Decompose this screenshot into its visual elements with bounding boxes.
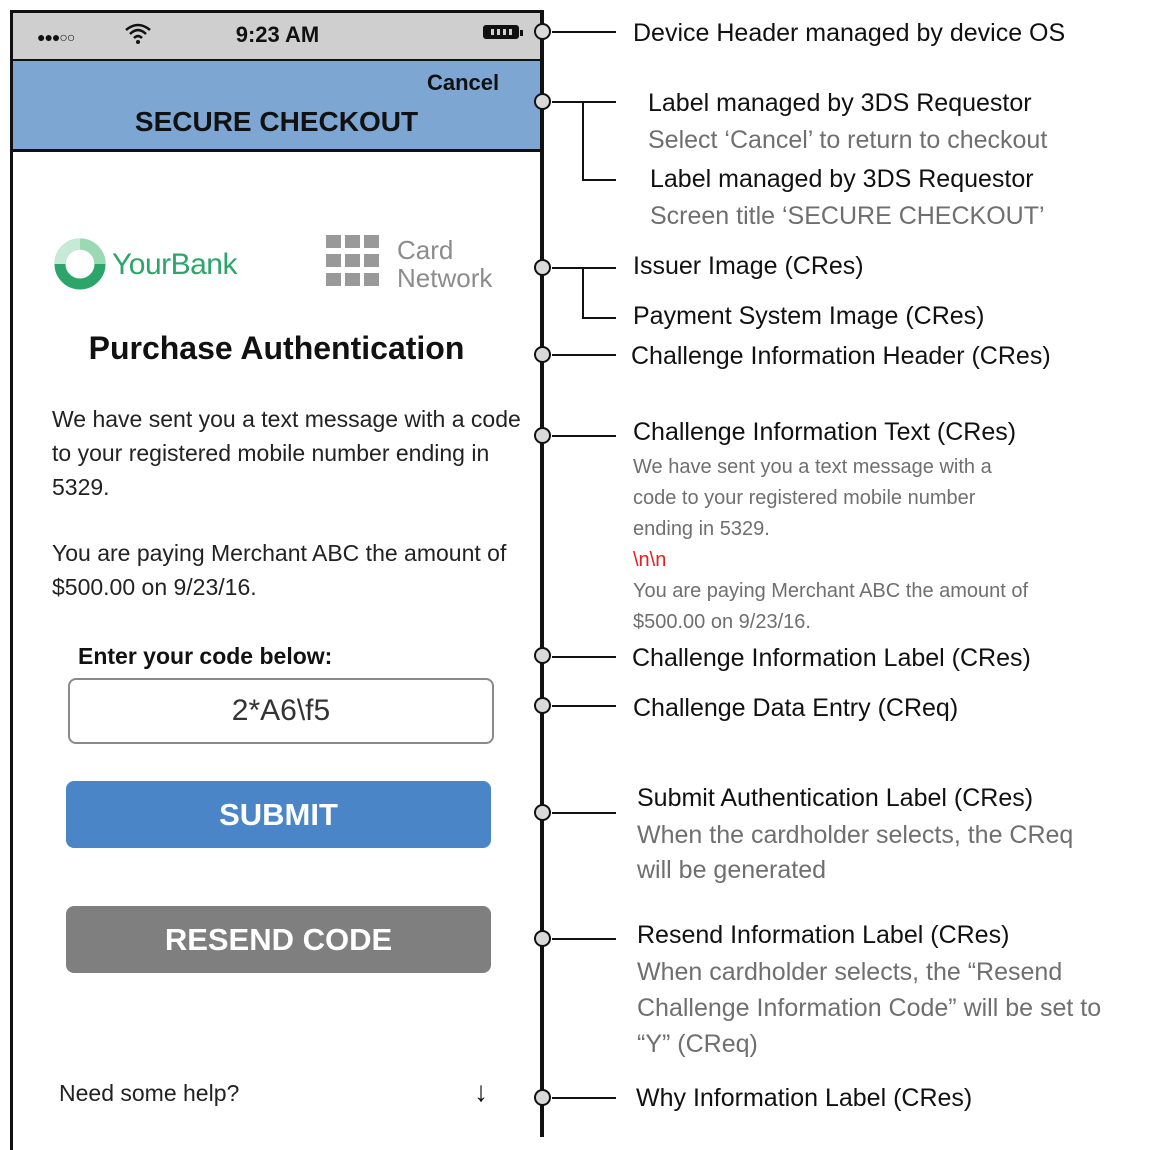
resend-code-button[interactable]: RESEND CODE bbox=[66, 906, 491, 973]
connector-line bbox=[552, 705, 616, 707]
anno-challenge-info-text: Challenge Information Text (CRes) bbox=[633, 418, 1017, 446]
connector-line bbox=[552, 101, 616, 103]
anno-challenge-info-label: Challenge Information Label (CRes) bbox=[632, 644, 1031, 672]
card-network-name: Card Network bbox=[397, 236, 492, 292]
connector-node bbox=[534, 259, 551, 276]
annotation-spine bbox=[540, 10, 544, 1137]
card-network-line-1: Card bbox=[397, 235, 454, 265]
anno-example-line: code to your registered mobile number bbox=[633, 487, 976, 509]
anno-challenge-info-text-example: We have sent you a text message with a c… bbox=[633, 452, 1028, 638]
anno-3ds-label-2: Label managed by 3DS Requestor bbox=[650, 165, 1034, 193]
anno-3ds-label-2-sub: Screen title ‘SECURE CHECKOUT’ bbox=[650, 202, 1045, 230]
anno-challenge-data-entry: Challenge Data Entry (CReq) bbox=[633, 694, 959, 722]
connector-node bbox=[534, 647, 551, 664]
connector-node bbox=[534, 93, 551, 110]
connector-line bbox=[552, 267, 616, 269]
anno-3ds-label-1-sub: Select ‘Cancel’ to return to checkout bbox=[648, 126, 1048, 154]
battery-icon bbox=[483, 25, 523, 39]
connector-line bbox=[552, 1097, 616, 1099]
connector-node bbox=[534, 697, 551, 714]
anno-newline-separator: \n\n bbox=[633, 549, 667, 571]
help-label[interactable]: Need some help? bbox=[59, 1080, 239, 1107]
challenge-info-text-2: You are paying Merchant ABC the amount o… bbox=[52, 540, 507, 600]
issuer-logo-icon bbox=[54, 238, 106, 290]
anno-3ds-label-1: Label managed by 3DS Requestor bbox=[648, 89, 1032, 117]
connector-line bbox=[552, 435, 616, 437]
anno-issuer-image: Issuer Image (CRes) bbox=[633, 252, 864, 280]
anno-resend-sub-3: “Y” (CReq) bbox=[637, 1030, 758, 1058]
issuer-name: YourBank bbox=[112, 248, 238, 281]
challenge-code-input[interactable] bbox=[68, 678, 494, 744]
submit-button[interactable]: SUBMIT bbox=[66, 781, 491, 848]
connector-node bbox=[534, 804, 551, 821]
connector-node bbox=[534, 23, 551, 40]
anno-resend-info-label: Resend Information Label (CRes) bbox=[637, 921, 1010, 949]
card-network-line-2: Network bbox=[397, 263, 493, 293]
anno-payment-system-image: Payment System Image (CRes) bbox=[633, 302, 985, 330]
anno-submit-auth-sub-2: will be generated bbox=[637, 856, 827, 884]
anno-example-line: ending in 5329. bbox=[633, 518, 770, 540]
connector-line bbox=[582, 101, 584, 181]
cancel-button[interactable]: Cancel bbox=[427, 70, 499, 96]
challenge-info-label: Enter your code below: bbox=[78, 643, 333, 669]
card-network-icon bbox=[326, 235, 379, 286]
device-status-bar: ●●●○○ 9:23 AM bbox=[13, 13, 542, 61]
connector-node bbox=[534, 930, 551, 947]
connector-line bbox=[552, 354, 616, 356]
challenge-info-text-1: We have sent you a text message with a c… bbox=[52, 406, 521, 500]
anno-submit-auth-label: Submit Authentication Label (CRes) bbox=[637, 784, 1034, 812]
connector-line bbox=[582, 317, 616, 319]
connector-node bbox=[534, 346, 551, 363]
connector-line bbox=[552, 812, 616, 814]
connector-node bbox=[534, 1089, 551, 1106]
connector-node bbox=[534, 427, 551, 444]
anno-resend-sub-2: Challenge Information Code” will be set … bbox=[637, 994, 1102, 1022]
anno-device-header: Device Header managed by device OS bbox=[633, 19, 1066, 47]
anno-why-info-label: Why Information Label (CRes) bbox=[636, 1084, 973, 1112]
expand-arrow-icon[interactable]: ↓ bbox=[474, 1076, 488, 1108]
anno-example-line: $500.00 on 9/23/16. bbox=[633, 611, 811, 633]
connector-line bbox=[552, 656, 616, 658]
anno-resend-sub-1: When cardholder selects, the “Resend bbox=[637, 958, 1063, 986]
challenge-info-header: Purchase Authentication bbox=[88, 330, 465, 366]
status-time: 9:23 AM bbox=[235, 22, 320, 47]
anno-example-line: You are paying Merchant ABC the amount o… bbox=[633, 580, 1029, 602]
connector-line bbox=[582, 267, 584, 319]
connector-line bbox=[552, 31, 616, 33]
anno-submit-auth-sub-1: When the cardholder selects, the CReq bbox=[637, 821, 1074, 849]
connector-line bbox=[582, 179, 616, 181]
anno-example-line: We have sent you a text message with a bbox=[633, 456, 992, 478]
anno-challenge-info-header: Challenge Information Header (CRes) bbox=[631, 342, 1051, 370]
screen-title: SECURE CHECKOUT bbox=[134, 106, 419, 137]
connector-line bbox=[552, 938, 616, 940]
